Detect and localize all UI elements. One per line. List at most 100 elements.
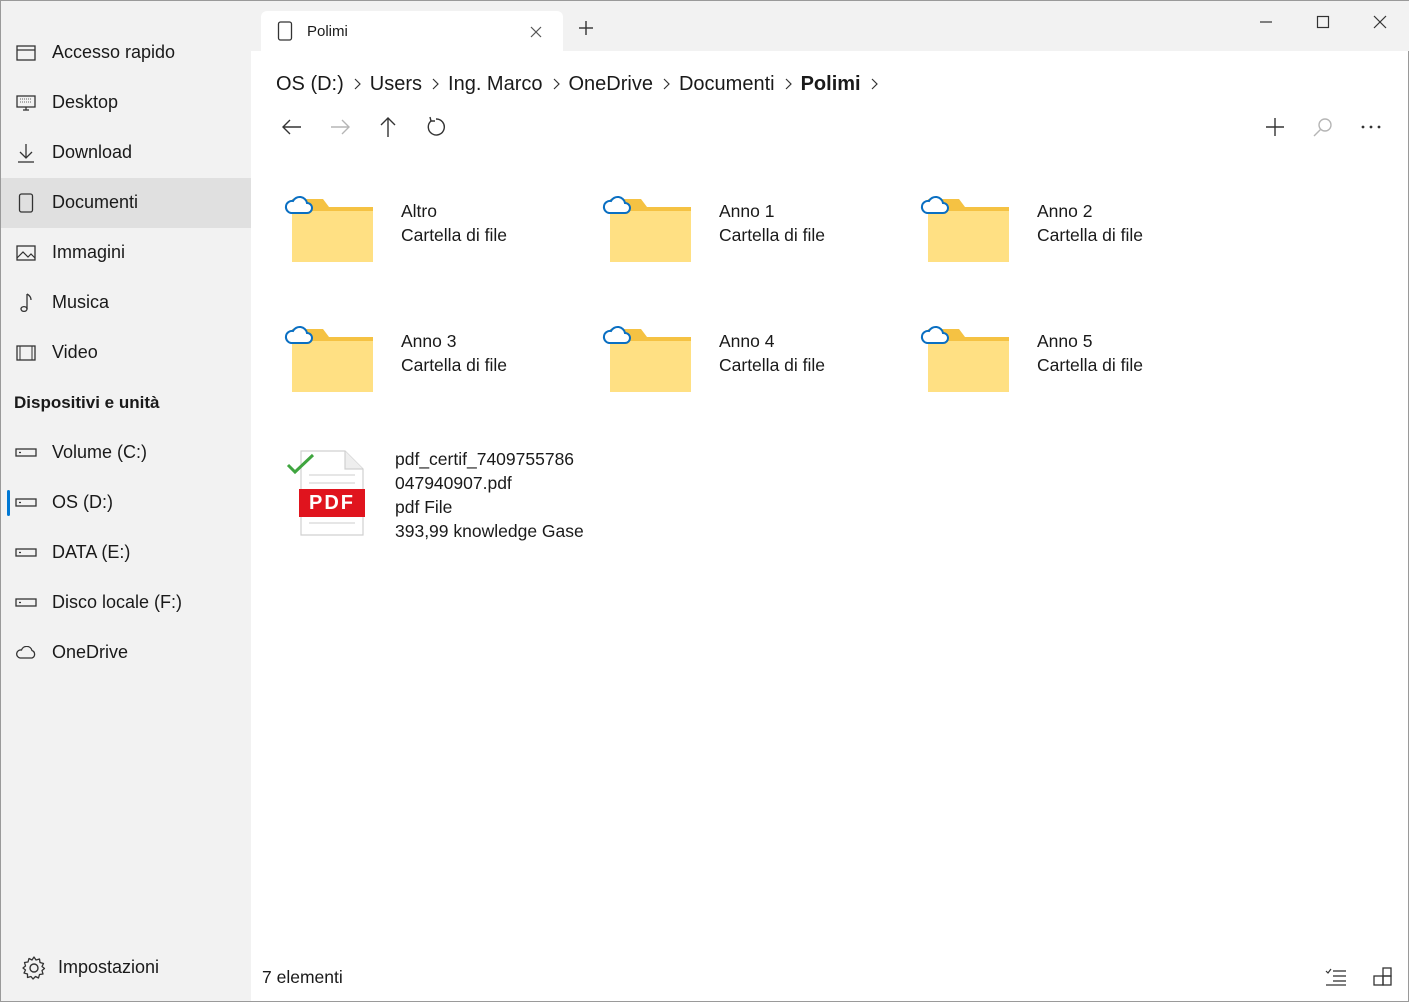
cloud-icon bbox=[15, 643, 37, 663]
refresh-icon bbox=[427, 116, 445, 136]
more-icon bbox=[1361, 125, 1381, 129]
file-size: 393,99 knowledge Gase bbox=[395, 521, 584, 541]
pin-window-icon bbox=[15, 43, 37, 63]
chevron-right-icon bbox=[344, 73, 370, 96]
sidebar-item-onedrive[interactable]: OneDrive bbox=[1, 628, 251, 678]
arrow-right-icon bbox=[331, 119, 350, 135]
breadcrumb-item-ing-marco[interactable]: Ing. Marco bbox=[448, 73, 542, 96]
gear-icon bbox=[21, 955, 47, 981]
item-name: Altro bbox=[401, 201, 437, 221]
sidebar-item-immagini[interactable]: Immagini bbox=[1, 228, 251, 278]
breadcrumb-item-onedrive[interactable]: OneDrive bbox=[569, 73, 653, 96]
folder-item-anno-4[interactable]: Anno 4 Cartella di file bbox=[601, 317, 901, 427]
chevron-right-icon bbox=[543, 73, 569, 96]
sidebar-item-desktop[interactable]: Desktop bbox=[1, 78, 251, 128]
sidebar-item-label: Disco locale (F:) bbox=[52, 592, 183, 612]
chevron-right-icon bbox=[653, 73, 679, 96]
sidebar-item-label: Immagini bbox=[52, 242, 126, 262]
folder-item-altro[interactable]: Altro Cartella di file bbox=[283, 187, 583, 297]
sidebar-item-label: OS (D:) bbox=[52, 492, 113, 512]
close-tab-icon[interactable] bbox=[529, 25, 543, 39]
drive-icon bbox=[15, 443, 37, 463]
sidebar-item-volume-c[interactable]: Volume (C:) bbox=[1, 428, 251, 478]
sidebar-item-label: DATA (E:) bbox=[52, 542, 131, 562]
settings-button[interactable]: Impostazioni bbox=[1, 943, 251, 993]
folder-item-anno-1[interactable]: Anno 1 Cartella di file bbox=[601, 187, 901, 297]
close-window-button[interactable] bbox=[1352, 1, 1408, 43]
folder-item-anno-2[interactable]: Anno 2 Cartella di file bbox=[919, 187, 1219, 297]
video-icon bbox=[15, 343, 37, 363]
file-item-pdf[interactable]: PDF pdf_certif_7409755786 047940907.pdf … bbox=[277, 445, 597, 555]
settings-label: Impostazioni bbox=[58, 957, 160, 977]
item-name: Anno 1 bbox=[719, 201, 775, 221]
refresh-button[interactable] bbox=[424, 115, 448, 139]
sidebar-item-download[interactable]: Download bbox=[1, 128, 251, 178]
sidebar-item-disco-locale-f[interactable]: Disco locale (F:) bbox=[1, 578, 251, 628]
chevron-right-icon bbox=[775, 73, 801, 96]
sidebar-item-label: Desktop bbox=[52, 92, 119, 112]
item-kind: Cartella di file bbox=[1037, 355, 1144, 375]
chevron-right-icon[interactable] bbox=[861, 73, 887, 96]
more-options-button[interactable] bbox=[1359, 115, 1383, 139]
tab-polimi[interactable]: Polimi bbox=[261, 11, 563, 51]
up-button[interactable] bbox=[376, 115, 400, 139]
maximize-icon bbox=[1316, 15, 1330, 29]
music-icon bbox=[15, 293, 37, 313]
item-kind: Cartella di file bbox=[1037, 225, 1144, 245]
item-kind: Cartella di file bbox=[719, 225, 826, 245]
close-icon bbox=[1373, 15, 1387, 29]
item-name: Anno 3 bbox=[401, 331, 457, 351]
sidebar-item-accesso-rapido[interactable]: Accesso rapido bbox=[1, 28, 251, 78]
breadcrumb-item-polimi[interactable]: Polimi bbox=[801, 73, 861, 96]
item-kind: Cartella di file bbox=[401, 355, 508, 375]
cloud-folder-icon bbox=[602, 195, 691, 262]
cloud-folder-icon bbox=[920, 325, 1009, 392]
tiles-view-icon bbox=[1373, 967, 1392, 986]
drive-icon bbox=[15, 493, 37, 513]
title-bar: Polimi bbox=[251, 1, 1409, 51]
plus-icon bbox=[1266, 118, 1284, 136]
item-name: Anno 2 bbox=[1037, 201, 1093, 221]
search-button[interactable] bbox=[1311, 115, 1335, 139]
document-icon bbox=[15, 193, 37, 213]
folder-item-anno-3[interactable]: Anno 3 Cartella di file bbox=[283, 317, 583, 427]
breadcrumb-item-users[interactable]: Users bbox=[370, 73, 422, 96]
minimize-icon bbox=[1260, 21, 1272, 23]
new-item-button[interactable] bbox=[1263, 115, 1287, 139]
desktop-icon bbox=[15, 93, 37, 113]
sidebar-item-musica[interactable]: Musica bbox=[1, 278, 251, 328]
file-name-line-1: pdf_certif_7409755786 bbox=[395, 449, 575, 469]
new-tab-icon[interactable] bbox=[577, 19, 595, 37]
file-name-line-2: 047940907.pdf bbox=[395, 473, 512, 493]
cloud-folder-icon bbox=[284, 325, 373, 392]
item-name: Anno 5 bbox=[1037, 331, 1093, 351]
file-explorer-window: Accesso rapido Desktop Download Document… bbox=[0, 0, 1409, 1002]
pdf-badge-text: PDF bbox=[309, 492, 355, 514]
sidebar: Accesso rapido Desktop Download Document… bbox=[1, 1, 251, 1001]
drive-icon bbox=[15, 543, 37, 563]
arrow-left-icon bbox=[282, 119, 301, 135]
minimize-button[interactable] bbox=[1238, 1, 1294, 43]
forward-button[interactable] bbox=[328, 115, 352, 139]
tab-title: Polimi bbox=[307, 23, 348, 40]
breadcrumb-item-documenti[interactable]: Documenti bbox=[679, 73, 775, 96]
drive-icon bbox=[15, 593, 37, 613]
sidebar-item-label: Accesso rapido bbox=[52, 42, 176, 62]
back-button[interactable] bbox=[280, 115, 304, 139]
sidebar-item-label: Musica bbox=[52, 292, 110, 312]
cloud-folder-icon bbox=[920, 195, 1009, 262]
sidebar-item-os-d[interactable]: OS (D:) bbox=[1, 478, 251, 528]
sidebar-item-video[interactable]: Video bbox=[1, 328, 251, 378]
details-view-button[interactable] bbox=[1324, 965, 1348, 989]
sidebar-item-label: Video bbox=[52, 342, 98, 362]
folder-item-anno-5[interactable]: Anno 5 Cartella di file bbox=[919, 317, 1219, 427]
sidebar-item-documenti[interactable]: Documenti bbox=[1, 178, 251, 228]
document-icon bbox=[277, 21, 293, 41]
image-icon bbox=[15, 243, 37, 263]
item-kind: Cartella di file bbox=[401, 225, 508, 245]
breadcrumb-item-os-d[interactable]: OS (D:) bbox=[276, 73, 344, 96]
maximize-button[interactable] bbox=[1295, 1, 1351, 43]
sidebar-item-data-e[interactable]: DATA (E:) bbox=[1, 528, 251, 578]
chevron-right-icon bbox=[422, 73, 448, 96]
tiles-view-button[interactable] bbox=[1371, 965, 1395, 989]
